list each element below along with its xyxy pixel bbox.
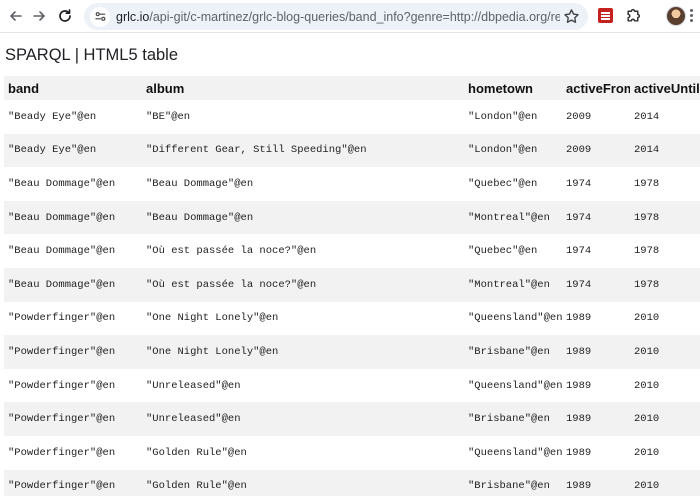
cell-active-until: 2010 — [630, 368, 700, 403]
cell-active-until: 2010 — [630, 402, 700, 436]
cell-active-until: 2010 — [630, 335, 700, 369]
cell-active-from: 1989 — [562, 435, 630, 470]
header-band: band — [4, 76, 142, 100]
cell-band: "Beady Eye"@en — [4, 100, 142, 134]
table-row: "Beady Eye"@en "BE"@en "London"@en 2009 2014 — [4, 100, 700, 134]
puzzle-icon[interactable] — [625, 7, 642, 24]
header-album: album — [142, 76, 464, 100]
cell-hometown: "Queensland"@en — [464, 435, 562, 470]
site-info-icon[interactable] — [90, 6, 110, 27]
cell-active-from: 1974 — [562, 234, 630, 268]
cell-hometown: "Montreal"@en — [464, 200, 562, 235]
cell-album: "Unreleased"@en — [142, 402, 464, 436]
results-table: band album hometown activeFrom activeUnt… — [4, 76, 700, 496]
table-row: "Powderfinger"@en "Unreleased"@en "Queensl… — [4, 368, 700, 403]
cell-active-until: 2010 — [630, 469, 700, 496]
table-row: "Beady Eye"@en "Different Gear, Still Spe… — [4, 133, 700, 168]
cell-active-from: 1989 — [562, 335, 630, 369]
url-host: grlc.io — [116, 9, 150, 24]
profile-avatar[interactable] — [666, 6, 686, 26]
cell-album: "One Night Lonely"@en — [142, 301, 464, 336]
header-hometown: hometown — [464, 76, 562, 100]
cell-album: "Beau Dommage"@en — [142, 200, 464, 235]
forward-arrow-icon[interactable] — [28, 5, 50, 27]
extension-icon[interactable] — [598, 8, 613, 23]
cell-album: "Different Gear, Still Speeding"@en — [142, 133, 464, 168]
url-path: /api-git/c-martinez/grlc-blog-queries/ba… — [149, 9, 560, 24]
browser-toolbar: grlc.io/api-git/c-martinez/grlc-blog-que… — [0, 0, 700, 33]
header-active-from: activeFrom — [562, 76, 630, 100]
reload-icon[interactable] — [54, 5, 76, 27]
cell-album: "BE"@en — [142, 100, 464, 134]
table-row: "Powderfinger"@en "One Night Lonely"@en "B… — [4, 335, 700, 369]
cell-album: "Golden Rule"@en — [142, 435, 464, 470]
url-text[interactable]: grlc.io/api-git/c-martinez/grlc-blog-que… — [116, 10, 560, 24]
cell-hometown: "Montreal"@en — [464, 267, 562, 302]
cell-band: "Powderfinger"@en — [4, 335, 142, 369]
cell-band: "Beau Dommage"@en — [4, 267, 142, 302]
cell-hometown: "Queensland"@en — [464, 368, 562, 403]
cell-active-until: 1978 — [630, 167, 700, 201]
cell-band: "Beau Dommage"@en — [4, 200, 142, 235]
table-row: "Powderfinger"@en "Golden Rule"@en "Brisba… — [4, 469, 700, 496]
star-icon[interactable] — [563, 8, 580, 25]
cell-active-from: 1974 — [562, 200, 630, 235]
header-active-until: activeUntil — [630, 76, 700, 100]
cell-album: "Beau Dommage"@en — [142, 167, 464, 201]
table-row: "Powderfinger"@en "Golden Rule"@en "Queens… — [4, 435, 700, 470]
cell-hometown: "Quebec"@en — [464, 234, 562, 268]
cell-album: "Unreleased"@en — [142, 368, 464, 403]
cell-hometown: "London"@en — [464, 100, 562, 134]
cell-album: "Golden Rule"@en — [142, 469, 464, 496]
cell-active-until: 2010 — [630, 301, 700, 336]
table-row: "Powderfinger"@en "Unreleased"@en "Brisban… — [4, 402, 700, 436]
cell-band: "Beau Dommage"@en — [4, 234, 142, 268]
table-row: "Beau Dommage"@en "Où est passée la noce?… — [4, 234, 700, 268]
table-body: "Beady Eye"@en "BE"@en "London"@en 2009 2014… — [4, 100, 700, 496]
cell-active-from: 1989 — [562, 469, 630, 496]
cell-band: "Powderfinger"@en — [4, 301, 142, 336]
cell-band: "Beau Dommage"@en — [4, 167, 142, 201]
cell-band: "Powderfinger"@en — [4, 402, 142, 436]
cell-active-from: 1974 — [562, 167, 630, 201]
cell-band: "Powderfinger"@en — [4, 368, 142, 403]
cell-active-from: 1989 — [562, 368, 630, 403]
cell-active-until: 2010 — [630, 435, 700, 470]
cell-hometown: "Brisbane"@en — [464, 335, 562, 369]
back-arrow-icon[interactable] — [5, 5, 27, 27]
cell-active-until: 2014 — [630, 133, 700, 168]
cell-album: "Où est passée la noce?"@en — [142, 267, 464, 302]
cell-hometown: "Quebec"@en — [464, 167, 562, 201]
table-row: "Beau Dommage"@en "Beau Dommage"@en "Montr… — [4, 200, 700, 235]
cell-hometown: "Queensland"@en — [464, 301, 562, 336]
cell-hometown: "Brisbane"@en — [464, 402, 562, 436]
cell-active-until: 1978 — [630, 200, 700, 235]
table-row: "Beau Dommage"@en "Où est passée la noce?… — [4, 267, 700, 302]
cell-band: "Powderfinger"@en — [4, 469, 142, 496]
cell-active-from: 1989 — [562, 402, 630, 436]
cell-album: "Où est passée la noce?"@en — [142, 234, 464, 268]
cell-album: "One Night Lonely"@en — [142, 335, 464, 369]
cell-active-until: 1978 — [630, 234, 700, 268]
cell-hometown: "Brisbane"@en — [464, 469, 562, 496]
cell-active-from: 2009 — [562, 100, 630, 134]
page-title: SPARQL | HTML5 table — [5, 46, 179, 64]
table-header-row: band album hometown activeFrom activeUnt… — [4, 76, 700, 100]
cell-band: "Beady Eye"@en — [4, 133, 142, 168]
table-row: "Beau Dommage"@en "Beau Dommage"@en "Quebe… — [4, 167, 700, 201]
cell-band: "Powderfinger"@en — [4, 435, 142, 470]
table-row: "Powderfinger"@en "One Night Lonely"@en "Q… — [4, 301, 700, 336]
cell-hometown: "London"@en — [464, 133, 562, 168]
more-vert-icon[interactable] — [690, 9, 694, 23]
cell-active-from: 1989 — [562, 301, 630, 336]
cell-active-from: 1974 — [562, 267, 630, 302]
address-bar[interactable]: grlc.io/api-git/c-martinez/grlc-blog-que… — [84, 3, 588, 30]
cell-active-from: 2009 — [562, 133, 630, 168]
cell-active-until: 2014 — [630, 100, 700, 134]
cell-active-until: 1978 — [630, 267, 700, 302]
